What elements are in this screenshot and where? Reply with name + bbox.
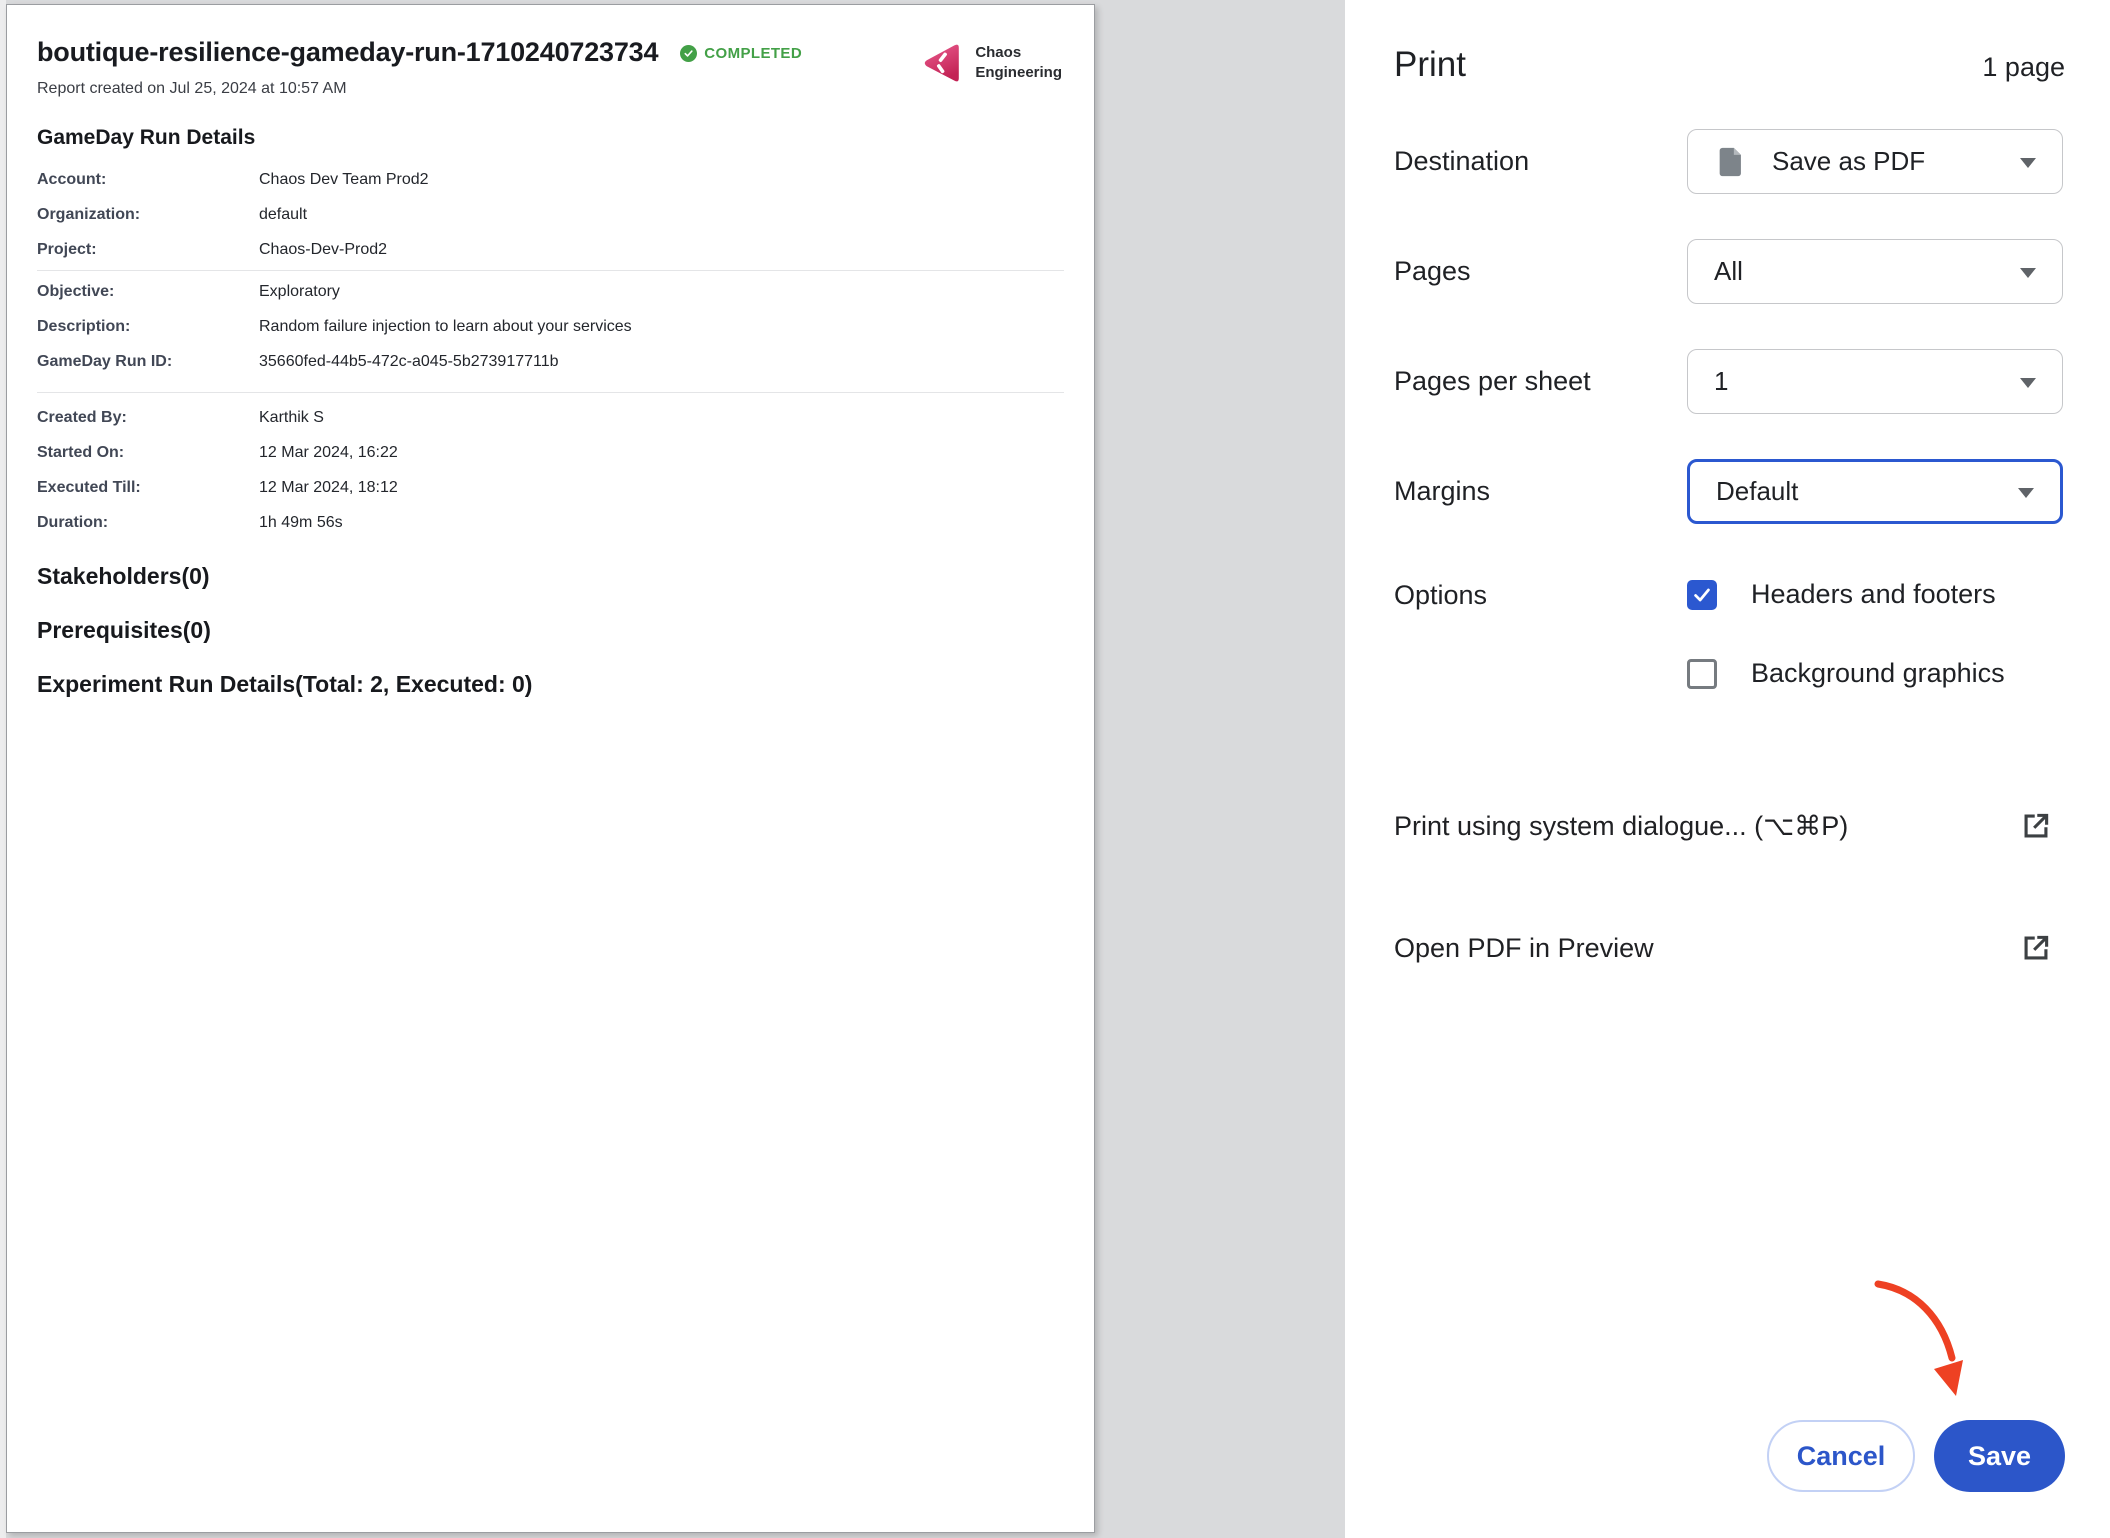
chaos-logo-icon bbox=[922, 41, 962, 85]
destination-dropdown[interactable]: Save as PDF bbox=[1687, 129, 2063, 194]
options-row: Options Headers and footers Background g… bbox=[1394, 579, 2065, 689]
print-preview-page: boutique-resilience-gameday-run-17102407… bbox=[6, 4, 1095, 1533]
pages-per-sheet-row: Pages per sheet 1 bbox=[1394, 349, 2065, 414]
destination-row: Destination Save as PDF bbox=[1394, 129, 2065, 194]
detail-row-project: Project: Chaos-Dev-Prod2 bbox=[37, 232, 1064, 267]
save-button[interactable]: Save bbox=[1934, 1420, 2065, 1492]
pages-per-sheet-dropdown[interactable]: 1 bbox=[1687, 349, 2063, 414]
background-graphics-option[interactable]: Background graphics bbox=[1687, 658, 2005, 689]
prerequisites-heading: Prerequisites(0) bbox=[37, 614, 1064, 646]
detail-row-created-by: Created By: Karthik S bbox=[37, 400, 1064, 435]
margins-row: Margins Default bbox=[1394, 459, 2065, 524]
divider bbox=[37, 270, 1064, 271]
status-check-icon bbox=[680, 45, 697, 62]
experiment-run-details-heading: Experiment Run Details(Total: 2, Execute… bbox=[37, 668, 1064, 700]
margins-value: Default bbox=[1716, 476, 1798, 507]
detail-row-account: Account: Chaos Dev Team Prod2 bbox=[37, 162, 1064, 197]
status-label: COMPLETED bbox=[704, 45, 802, 62]
gameday-run-details-heading: GameDay Run Details bbox=[37, 126, 1064, 150]
report-created-line: Report created on Jul 25, 2024 at 10:57 … bbox=[37, 80, 802, 98]
detail-row-executed-till: Executed Till: 12 Mar 2024, 18:12 bbox=[37, 470, 1064, 505]
print-system-dialog-label: Print using system dialogue... (⌥⌘P) bbox=[1394, 811, 1848, 842]
print-settings-panel: Print 1 page Destination Save as PDF Pag… bbox=[1345, 0, 2110, 1538]
detail-row-run-id: GameDay Run ID: 35660fed-44b5-472c-a045-… bbox=[37, 344, 1064, 379]
background-graphics-checkbox[interactable] bbox=[1687, 659, 1717, 689]
pages-label: Pages bbox=[1394, 256, 1687, 287]
destination-value: Save as PDF bbox=[1772, 146, 1925, 177]
headers-and-footers-option[interactable]: Headers and footers bbox=[1687, 579, 2005, 610]
status-badge: COMPLETED bbox=[680, 45, 802, 62]
external-link-icon bbox=[2019, 931, 2053, 965]
pages-per-sheet-label: Pages per sheet bbox=[1394, 366, 1687, 397]
detail-row-objective: Objective: Exploratory bbox=[37, 274, 1064, 309]
logo-text-line2: Engineering bbox=[975, 63, 1062, 83]
cancel-button[interactable]: Cancel bbox=[1767, 1420, 1915, 1492]
details-group-3: Created By: Karthik S Started On: 12 Mar… bbox=[37, 400, 1064, 540]
external-link-icon bbox=[2019, 809, 2053, 843]
stakeholders-heading: Stakeholders(0) bbox=[37, 560, 1064, 592]
margins-label: Margins bbox=[1394, 476, 1687, 507]
open-pdf-in-preview-link[interactable]: Open PDF in Preview bbox=[1394, 931, 2065, 965]
pages-dropdown[interactable]: All bbox=[1687, 239, 2063, 304]
pdf-file-icon bbox=[1714, 145, 1748, 179]
detail-row-organization: Organization: default bbox=[37, 197, 1064, 232]
detail-row-duration: Duration: 1h 49m 56s bbox=[37, 505, 1064, 540]
detail-row-started-on: Started On: 12 Mar 2024, 16:22 bbox=[37, 435, 1064, 470]
chevron-down-icon bbox=[2020, 268, 2036, 278]
background-graphics-label: Background graphics bbox=[1751, 658, 2005, 689]
details-group-2: Objective: Exploratory Description: Rand… bbox=[37, 274, 1064, 379]
report-title: boutique-resilience-gameday-run-17102407… bbox=[37, 37, 658, 68]
destination-label: Destination bbox=[1394, 146, 1687, 177]
print-dialog-title: Print bbox=[1394, 45, 1466, 85]
chevron-down-icon bbox=[2020, 158, 2036, 168]
open-pdf-in-preview-label: Open PDF in Preview bbox=[1394, 933, 1654, 964]
pages-per-sheet-value: 1 bbox=[1714, 366, 1728, 397]
logo-text-line1: Chaos bbox=[975, 43, 1062, 63]
divider bbox=[37, 392, 1064, 393]
print-system-dialog-link[interactable]: Print using system dialogue... (⌥⌘P) bbox=[1394, 809, 2065, 843]
chaos-engineering-logo: Chaos Engineering bbox=[922, 41, 1062, 85]
chevron-down-icon bbox=[2020, 378, 2036, 388]
detail-row-description: Description: Random failure injection to… bbox=[37, 309, 1064, 344]
headers-footers-checkbox[interactable] bbox=[1687, 580, 1717, 610]
headers-footers-label: Headers and footers bbox=[1751, 579, 1996, 610]
report-header: boutique-resilience-gameday-run-17102407… bbox=[37, 37, 1064, 98]
margins-dropdown[interactable]: Default bbox=[1687, 459, 2063, 524]
page-count: 1 page bbox=[1982, 52, 2065, 83]
pages-row: Pages All bbox=[1394, 239, 2065, 304]
details-group-1: Account: Chaos Dev Team Prod2 Organizati… bbox=[37, 162, 1064, 267]
chevron-down-icon bbox=[2018, 488, 2034, 498]
pages-value: All bbox=[1714, 256, 1743, 287]
options-label: Options bbox=[1394, 579, 1687, 611]
